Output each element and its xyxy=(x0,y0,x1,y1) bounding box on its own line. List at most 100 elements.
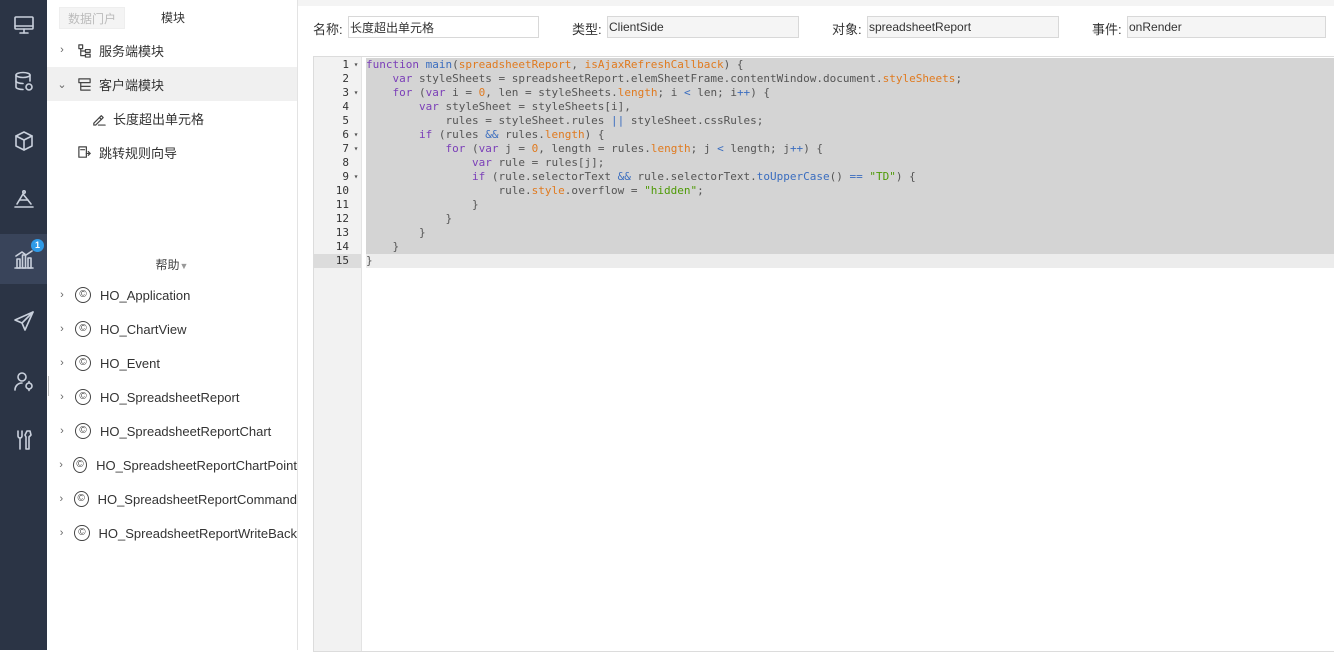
code-line[interactable]: 14 } xyxy=(314,240,1334,254)
code-line[interactable]: 12 } xyxy=(314,212,1334,226)
script-edit-icon xyxy=(89,109,107,127)
tree-item-jump-rule-wizard[interactable]: 跳转规则向导 xyxy=(47,135,297,169)
chevron-right-icon[interactable]: › xyxy=(55,527,68,539)
class-item-ho-spreadsheetreportcommand[interactable]: › © HO_SpreadsheetReportCommand xyxy=(47,482,297,516)
database-icon xyxy=(14,71,33,91)
tree-item-server-module[interactable]: › 服务端模块 xyxy=(47,33,297,67)
code-text[interactable]: } xyxy=(366,226,1334,240)
line-number: 14 xyxy=(335,240,349,253)
class-item-ho-spreadsheetreportchart[interactable]: › © HO_SpreadsheetReportChart xyxy=(47,414,297,448)
send-icon xyxy=(13,311,34,331)
code-line[interactable]: 13 } xyxy=(314,226,1334,240)
tree-item-length-exceeds-cell[interactable]: 长度超出单元格 xyxy=(47,101,297,135)
code-editor[interactable]: 1 ▾ function main(spreadsheetReport, isAja… xyxy=(313,56,1334,652)
code-text[interactable]: for (var j = 0, length = rules.length; j… xyxy=(366,142,1334,156)
tab-modules[interactable]: 模块 xyxy=(125,7,193,29)
help-section-header[interactable]: 帮助▼ xyxy=(47,256,297,273)
panel-tabs: 数据门户 模块 xyxy=(59,7,193,29)
chevron-right-icon[interactable]: › xyxy=(55,391,69,403)
fold-toggle-icon[interactable]: ▾ xyxy=(351,128,361,142)
code-text[interactable]: } xyxy=(366,198,1334,212)
code-line[interactable]: 9 ▾ if (rule.selectorText && rule.selecto… xyxy=(314,170,1334,184)
tree-item-client-module[interactable]: ⌄ 客户端模块 xyxy=(47,67,297,101)
chevron-down-icon[interactable]: ⌄ xyxy=(55,78,69,91)
notification-badge: 1 xyxy=(31,239,44,252)
code-line[interactable]: 15} xyxy=(314,254,1334,268)
type-field[interactable] xyxy=(607,16,799,38)
chevron-right-icon[interactable]: › xyxy=(55,425,69,437)
rail-item-monitor[interactable] xyxy=(0,0,47,50)
chevron-right-icon[interactable]: › xyxy=(55,44,69,56)
rail-item-cube[interactable] xyxy=(0,116,47,166)
code-line[interactable]: 1 ▾ function main(spreadsheetReport, isAja… xyxy=(314,58,1334,72)
line-number: 10 xyxy=(335,184,349,197)
class-item-ho-spreadsheetreportchartpoint[interactable]: › © HO_SpreadsheetReportChartPoint xyxy=(47,448,297,482)
code-text[interactable]: } xyxy=(366,240,1334,254)
fold-toggle-icon[interactable]: ▾ xyxy=(351,142,361,156)
fold-toggle-icon[interactable]: ▾ xyxy=(351,58,361,72)
rail-item-tools[interactable] xyxy=(0,415,47,465)
code-text[interactable]: if (rule.selectorText && rule.selectorTe… xyxy=(366,170,1334,184)
object-field[interactable] xyxy=(867,16,1059,38)
class-label: HO_ChartView xyxy=(100,321,187,337)
class-label: HO_SpreadsheetReportChart xyxy=(100,423,272,439)
fold-toggle-icon[interactable]: ▾ xyxy=(351,170,361,184)
code-line[interactable]: 6 ▾ if (rules && rules.length) { xyxy=(314,128,1334,142)
class-item-ho-chartview[interactable]: › © HO_ChartView xyxy=(47,312,297,346)
rail-item-send[interactable] xyxy=(0,296,47,346)
class-item-ho-application[interactable]: › © HO_Application xyxy=(47,278,297,312)
class-label: HO_SpreadsheetReport xyxy=(100,389,240,405)
top-strip xyxy=(297,0,1334,6)
code-text[interactable]: var styleSheets = spreadsheetReport.elem… xyxy=(366,72,1334,86)
type-label: 类型: xyxy=(572,22,602,37)
tools-icon xyxy=(16,430,32,450)
code-line[interactable]: 11 } xyxy=(314,198,1334,212)
class-item-ho-event[interactable]: › © HO_Event xyxy=(47,346,297,380)
rail-item-layers[interactable] xyxy=(0,175,47,225)
code-text[interactable]: } xyxy=(366,212,1334,226)
layers-icon xyxy=(13,189,34,208)
left-icon-rail: 1 xyxy=(0,0,47,650)
fold-toggle-icon[interactable]: ▾ xyxy=(351,86,361,100)
class-label: HO_SpreadsheetReportChartPoint xyxy=(96,457,297,473)
code-text[interactable]: function main(spreadsheetReport, isAjaxR… xyxy=(366,58,1334,72)
name-input[interactable] xyxy=(348,16,539,38)
code-line[interactable]: 7 ▾ for (var j = 0, length = rules.length… xyxy=(314,142,1334,156)
code-text[interactable]: rules = styleSheet.rules || styleSheet.c… xyxy=(366,114,1334,128)
class-label: HO_Event xyxy=(100,355,160,371)
code-lines[interactable]: 1 ▾ function main(spreadsheetReport, isAja… xyxy=(314,58,1334,268)
code-line[interactable]: 3 ▾ for (var i = 0, len = styleSheets.len… xyxy=(314,86,1334,100)
jump-rule-icon xyxy=(75,143,93,161)
code-text[interactable]: var rule = rules[j]; xyxy=(366,156,1334,170)
chevron-right-icon[interactable]: › xyxy=(55,323,69,335)
rail-item-chart[interactable]: 1 xyxy=(0,234,47,284)
class-label: HO_SpreadsheetReportCommand xyxy=(97,491,297,507)
chevron-right-icon[interactable]: › xyxy=(55,459,67,471)
class-item-ho-spreadsheetreportwriteback[interactable]: › © HO_SpreadsheetReportWriteBack xyxy=(47,516,297,550)
rail-item-user-settings[interactable] xyxy=(0,356,47,406)
tree-item-label: 长度超出单元格 xyxy=(113,111,205,127)
hierarchy-icon xyxy=(75,41,93,59)
name-label: 名称: xyxy=(313,22,343,37)
code-text[interactable]: for (var i = 0, len = styleSheets.length… xyxy=(366,86,1334,100)
chevron-right-icon[interactable]: › xyxy=(55,289,69,301)
module-tree-panel: 数据门户 模块 › 服务端模块 ⌄ 客户端模块 长度超出单元格 跳转规则向导 帮… xyxy=(47,0,298,650)
code-line[interactable]: 10 rule.style.overflow = "hidden"; xyxy=(314,184,1334,198)
chevron-right-icon[interactable]: › xyxy=(55,493,68,505)
class-item-ho-spreadsheetreport[interactable]: › © HO_SpreadsheetReport xyxy=(47,380,297,414)
code-line[interactable]: 4 var styleSheet = styleSheets[i], xyxy=(314,100,1334,114)
code-line[interactable]: 5 rules = styleSheet.rules || styleSheet… xyxy=(314,114,1334,128)
code-text[interactable]: } xyxy=(366,254,1334,268)
code-text[interactable]: rule.style.overflow = "hidden"; xyxy=(366,184,1334,198)
object-label: 对象: xyxy=(832,22,862,37)
panel-resize-handle[interactable] xyxy=(48,376,49,396)
code-line[interactable]: 2 var styleSheets = spreadsheetReport.el… xyxy=(314,72,1334,86)
code-text[interactable]: var styleSheet = styleSheets[i], xyxy=(366,100,1334,114)
rail-item-database[interactable] xyxy=(0,57,47,107)
code-text[interactable]: if (rules && rules.length) { xyxy=(366,128,1334,142)
event-field[interactable] xyxy=(1127,16,1326,38)
tree-item-label: 客户端模块 xyxy=(99,77,165,93)
code-line[interactable]: 8 var rule = rules[j]; xyxy=(314,156,1334,170)
chevron-right-icon[interactable]: › xyxy=(55,357,69,369)
tab-data-portal[interactable]: 数据门户 xyxy=(59,7,126,29)
